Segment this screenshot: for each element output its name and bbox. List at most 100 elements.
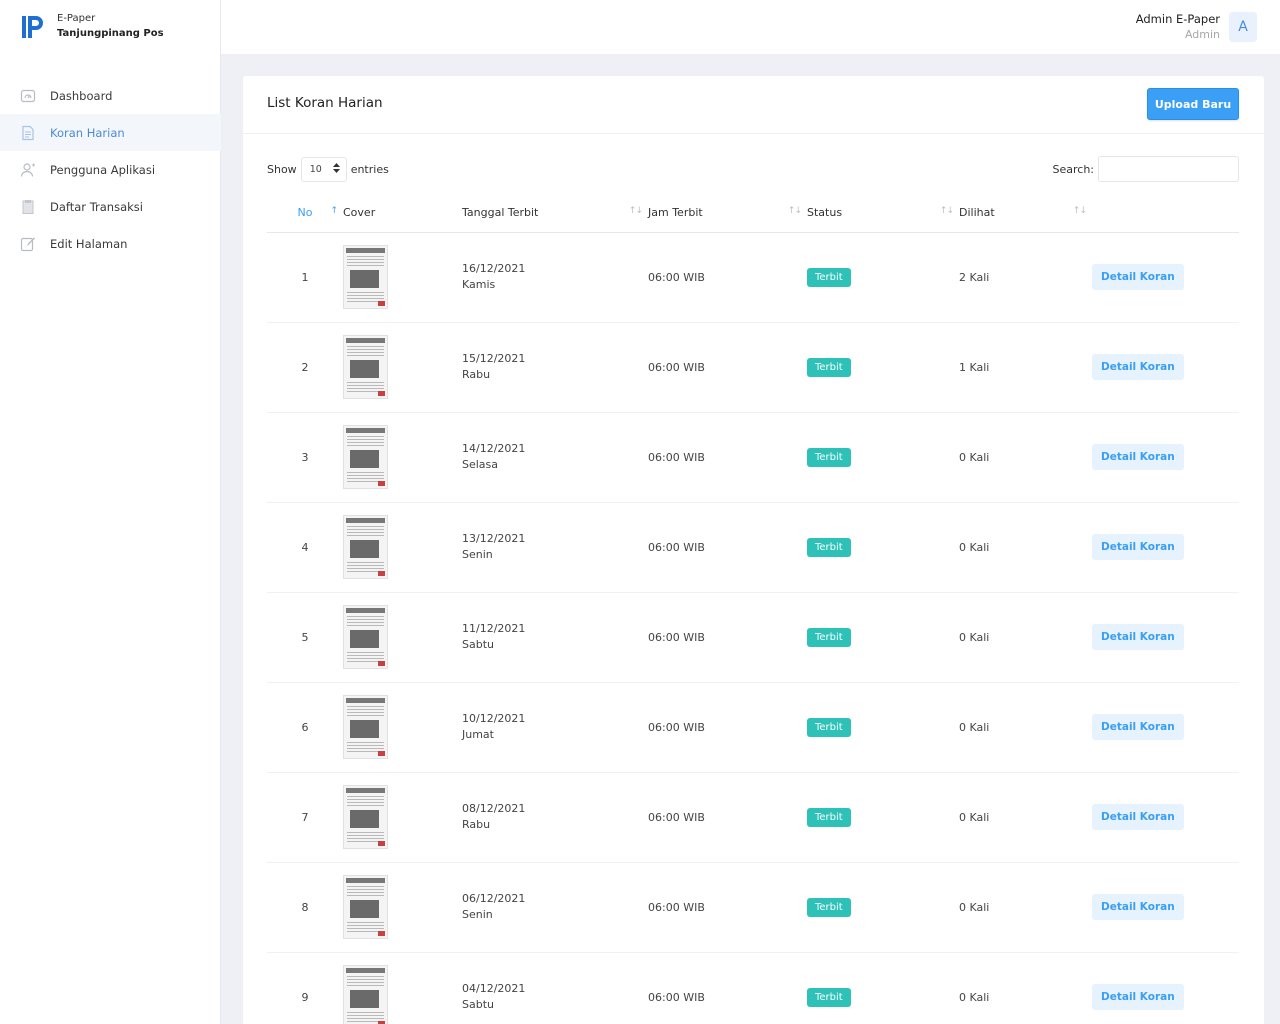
sidebar-item-koran-harian[interactable]: Koran Harian (0, 114, 221, 151)
user-info[interactable]: Admin E-Paper Admin (1136, 11, 1220, 43)
view-count: 0 Kali (959, 540, 990, 554)
view-count: 0 Kali (959, 900, 990, 914)
table-row: 9 04/12/2021 Sabtu 06:00 WIB Terbit 0 Kali Det… (267, 952, 1239, 1024)
row-number: 2 (301, 360, 309, 374)
column-header-jam-terbit[interactable]: Jam Terbit ↑↓ (648, 193, 807, 232)
publish-date: 11/12/2021 (462, 622, 526, 635)
detail-koran-button[interactable]: Detail Koran (1092, 444, 1184, 470)
status-badge: Terbit (807, 627, 851, 647)
table-header-row: No ↑ Cover Tanggal Terbit ↑↓ Jam Terbit ↑↓ … (267, 193, 1239, 232)
column-header-tanggal-terbit[interactable]: Tanggal Terbit ↑↓ (462, 193, 648, 232)
detail-koran-button[interactable]: Detail Koran (1092, 714, 1184, 740)
edit-icon (20, 236, 36, 252)
search-control: Search: (1053, 156, 1239, 182)
newspaper-cover-thumbnail[interactable] (343, 965, 388, 1024)
status-badge: Terbit (807, 807, 851, 827)
koran-list-card: List Koran Harian Upload Baru Show 10 en… (243, 76, 1264, 1024)
brand[interactable]: E-Paper Tanjungpinang Pos (20, 12, 164, 42)
publish-day: Senin (462, 908, 493, 921)
sidebar-item-label: Daftar Transaksi (50, 199, 143, 214)
publish-day: Senin (462, 548, 493, 561)
publish-time: 06:00 WIB (648, 990, 705, 1004)
row-number: 5 (301, 630, 309, 644)
column-header-no[interactable]: No ↑ (267, 193, 343, 232)
publish-date: 08/12/2021 (462, 802, 526, 815)
newspaper-cover-thumbnail[interactable] (343, 605, 388, 669)
publish-time: 06:00 WIB (648, 900, 705, 914)
publish-time: 06:00 WIB (648, 270, 705, 284)
column-header-dilihat[interactable]: Dilihat ↑↓ (959, 193, 1092, 232)
detail-koran-button[interactable]: Detail Koran (1092, 984, 1184, 1010)
detail-koran-button[interactable]: Detail Koran (1092, 894, 1184, 920)
detail-koran-button[interactable]: Detail Koran (1092, 264, 1184, 290)
newspaper-cover-thumbnail[interactable] (343, 695, 388, 759)
newspaper-cover-thumbnail[interactable] (343, 875, 388, 939)
publish-time: 06:00 WIB (648, 720, 705, 734)
table-row: 7 08/12/2021 Rabu 06:00 WIB Terbit 0 Kali Deta… (267, 772, 1239, 862)
table-row: 6 10/12/2021 Jumat 06:00 WIB Terbit 0 Kali Det… (267, 682, 1239, 772)
entries-label: entries (350, 162, 389, 176)
select-arrows-icon (332, 162, 340, 176)
sidebar-item-dashboard[interactable]: Dashboard (0, 77, 221, 114)
row-number: 4 (301, 540, 309, 554)
table-row: 5 11/12/2021 Sabtu 06:00 WIB Terbit 0 Kali Det… (267, 592, 1239, 682)
sidebar-item-label: Koran Harian (50, 125, 125, 140)
sidebar: E-Paper Tanjungpinang Pos Dashboard Kora… (0, 0, 221, 1024)
publish-day: Kamis (462, 278, 496, 291)
publish-time: 06:00 WIB (648, 810, 705, 824)
brand-logo-icon (20, 12, 46, 40)
detail-koran-button[interactable]: Detail Koran (1092, 624, 1184, 650)
newspaper-cover-thumbnail[interactable] (343, 425, 388, 489)
view-count: 2 Kali (959, 270, 990, 284)
koran-table: No ↑ Cover Tanggal Terbit ↑↓ Jam Terbit ↑↓ … (267, 193, 1239, 1024)
detail-koran-button[interactable]: Detail Koran (1092, 354, 1184, 380)
newspaper-cover-thumbnail[interactable] (343, 515, 388, 579)
publish-day: Rabu (462, 368, 491, 381)
document-icon (20, 125, 36, 141)
entries-select[interactable]: 10 (300, 156, 347, 182)
sidebar-item-edit-halaman[interactable]: Edit Halaman (0, 225, 221, 262)
newspaper-cover-thumbnail[interactable] (343, 335, 388, 399)
sort-icon: ↑↓ (628, 206, 643, 216)
publish-date: 13/12/2021 (462, 532, 526, 545)
publish-date: 15/12/2021 (462, 352, 526, 365)
sort-asc-icon: ↑ (330, 206, 337, 216)
status-badge: Terbit (807, 897, 851, 917)
table-row: 2 15/12/2021 Rabu 06:00 WIB Terbit 1 Kali Deta… (267, 322, 1239, 412)
status-badge: Terbit (807, 537, 851, 557)
row-number: 8 (301, 900, 309, 914)
publish-date: 16/12/2021 (462, 262, 526, 275)
newspaper-cover-thumbnail[interactable] (343, 245, 388, 309)
sidebar-item-label: Dashboard (50, 88, 113, 103)
detail-koran-button[interactable]: Detail Koran (1092, 804, 1184, 830)
view-count: 0 Kali (959, 450, 990, 464)
publish-day: Sabtu (462, 638, 494, 651)
newspaper-cover-thumbnail[interactable] (343, 785, 388, 849)
search-input[interactable] (1098, 156, 1239, 182)
sidebar-item-daftar-transaksi[interactable]: Daftar Transaksi (0, 188, 221, 225)
card-header: List Koran Harian Upload Baru (243, 76, 1264, 134)
view-count: 0 Kali (959, 810, 990, 824)
view-count: 0 Kali (959, 990, 990, 1004)
sort-icon: ↑↓ (787, 206, 802, 216)
view-count: 0 Kali (959, 630, 990, 644)
status-badge: Terbit (807, 357, 851, 377)
view-count: 1 Kali (959, 360, 990, 374)
sidebar-item-label: Pengguna Aplikasi (50, 162, 156, 177)
publish-date: 06/12/2021 (462, 892, 526, 905)
user-name: Admin E-Paper (1135, 12, 1220, 26)
status-badge: Terbit (807, 987, 851, 1007)
upload-button[interactable]: Upload Baru (1147, 88, 1239, 120)
row-number: 1 (301, 270, 309, 284)
publish-day: Selasa (462, 458, 499, 471)
column-header-status[interactable]: Status ↑↓ (807, 193, 959, 232)
user-icon (20, 162, 36, 178)
status-badge: Terbit (807, 267, 851, 287)
brand-title: Tanjungpinang Pos (57, 28, 164, 39)
table-row: 1 16/12/2021 Kamis 06:00 WIB Terbit 2 Kali Det… (267, 232, 1239, 322)
publish-time: 06:00 WIB (648, 450, 705, 464)
detail-koran-button[interactable]: Detail Koran (1092, 534, 1184, 560)
publish-date: 14/12/2021 (462, 442, 526, 455)
avatar[interactable]: A (1229, 12, 1257, 42)
sidebar-item-pengguna-aplikasi[interactable]: Pengguna Aplikasi (0, 151, 221, 188)
